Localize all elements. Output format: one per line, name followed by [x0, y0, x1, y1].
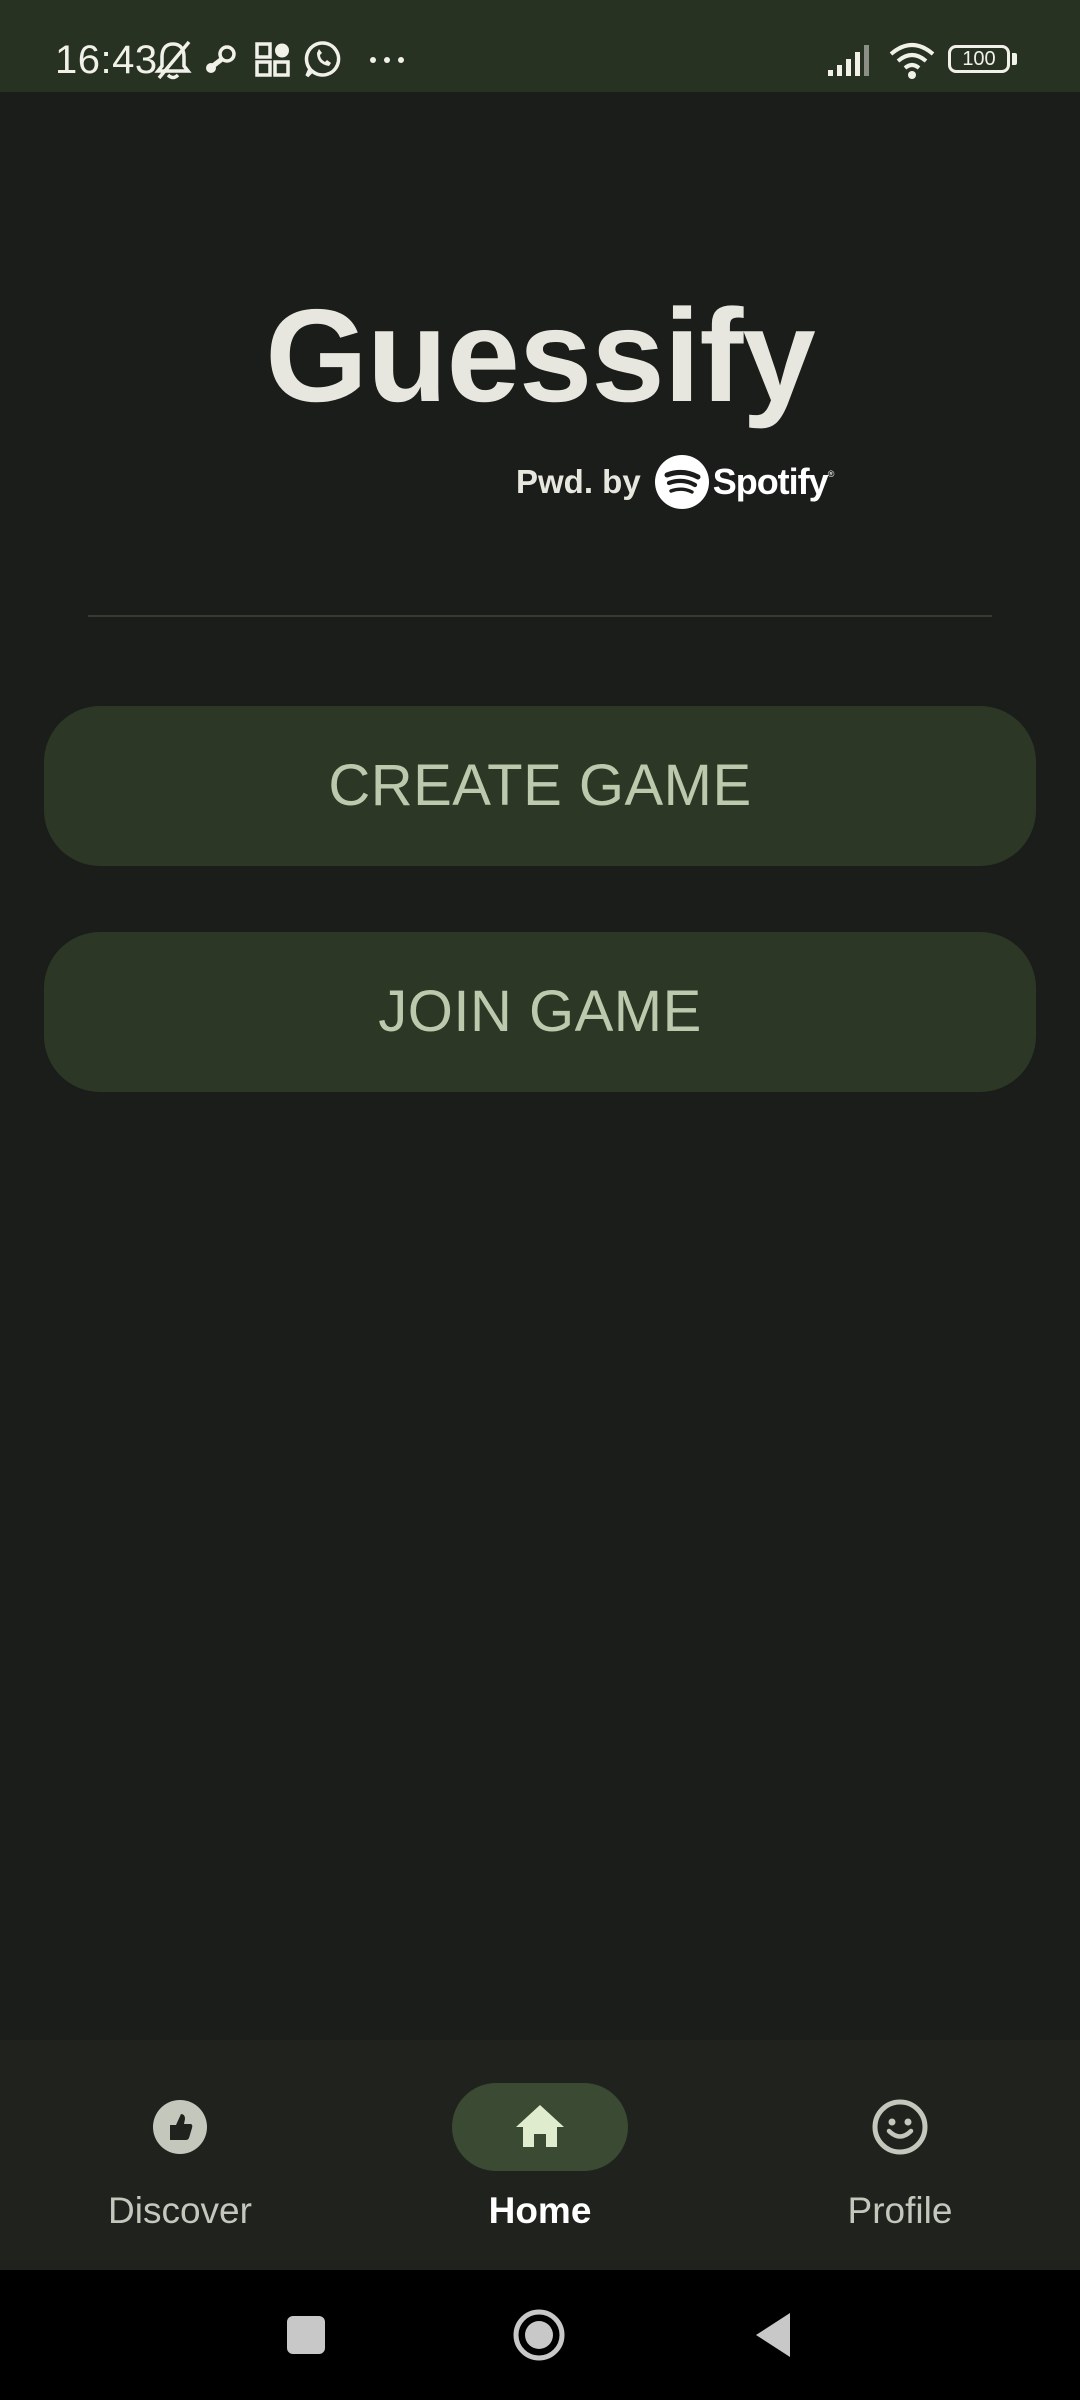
nav-icon-container: [92, 2083, 268, 2171]
screen: 16:43 100 Guessify Pwd. by Spotify ® CRE…: [0, 0, 1080, 2400]
home-icon: [516, 2105, 564, 2147]
bottom-navigation: Discover Home Profile: [0, 2040, 1080, 2270]
create-game-button[interactable]: CREATE GAME: [44, 706, 1036, 866]
bell-off-icon: [153, 38, 193, 82]
back-triangle-icon: [756, 2313, 790, 2357]
nav-active-indicator: [452, 2083, 628, 2171]
status-bar: 16:43 100: [0, 0, 1080, 92]
app-title: Guessify: [265, 282, 816, 429]
spotify-wordmark: Spotify: [712, 461, 829, 502]
nav-item-discover[interactable]: Discover: [0, 2040, 360, 2270]
spotify-trademark: ®: [827, 469, 835, 479]
more-dots-icon: [367, 38, 407, 82]
circle-home-icon: [513, 2309, 565, 2361]
smiley-face-icon: [872, 2099, 928, 2155]
status-time: 16:43: [55, 38, 158, 82]
header-divider: [88, 615, 992, 617]
system-back-button[interactable]: [752, 2310, 794, 2360]
system-home-button[interactable]: [512, 2308, 566, 2362]
battery-icon: 100: [948, 45, 1010, 73]
nav-label-discover: Discover: [108, 2190, 252, 2231]
thumbs-up-icon: [153, 2100, 207, 2154]
battery-level: 100: [962, 48, 996, 70]
recent-apps-button[interactable]: [287, 2316, 325, 2354]
nav-label-profile: Profile: [847, 2190, 953, 2231]
nav-icon-container: [812, 2083, 988, 2171]
system-navigation-bar: [0, 2270, 1080, 2400]
spotify-icon: [654, 455, 709, 509]
wifi-icon: [888, 38, 936, 82]
powered-by-row: Pwd. by Spotify ®: [516, 450, 834, 514]
whatsapp-icon: [303, 38, 343, 82]
battery-tip: [1012, 53, 1017, 65]
signal-icon: [826, 38, 876, 82]
steam-icon: [203, 38, 239, 82]
nav-item-home[interactable]: Home: [360, 2040, 720, 2270]
nav-label-home: Home: [488, 2190, 592, 2231]
join-game-button[interactable]: JOIN GAME: [44, 932, 1036, 1092]
spotify-logo: Spotify ®: [654, 455, 835, 509]
nav-item-profile[interactable]: Profile: [720, 2040, 1080, 2270]
app-grid-icon: [254, 38, 292, 82]
powered-by-label: Pwd. by: [516, 463, 641, 500]
